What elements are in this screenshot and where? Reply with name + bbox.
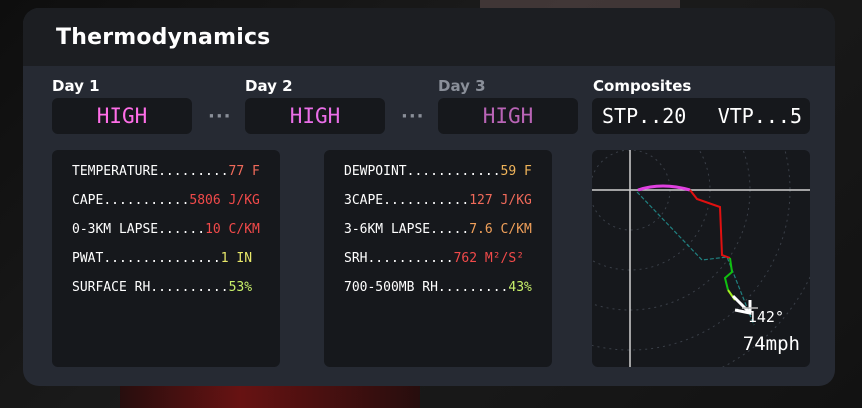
day-2-label: Day 2 — [245, 77, 293, 95]
composites-label: Composites — [593, 77, 692, 95]
param-label: CAPE — [72, 193, 104, 208]
param-dots: ......... — [437, 280, 509, 295]
hodograph-trace-upper — [723, 257, 734, 291]
right-parameters: DEWPOINT............59 F 3CAPE..........… — [324, 150, 552, 367]
param-label: SURFACE RH — [72, 280, 151, 295]
hodograph-ring — [592, 150, 711, 271]
param-value: 53% — [228, 280, 253, 295]
param-row: SRH...........762 M²/S² — [344, 249, 552, 278]
param-label: SRH — [344, 251, 368, 266]
param-value: 7.6 C/KM — [469, 222, 532, 237]
day-1-risk[interactable]: HIGH — [52, 98, 192, 134]
param-label: DEWPOINT — [344, 164, 407, 179]
param-row: 700-500MB RH.........43% — [344, 278, 552, 307]
param-row: DEWPOINT............59 F — [344, 162, 552, 191]
param-dots: .......... — [150, 280, 229, 295]
param-dots: ..... — [430, 222, 470, 237]
param-label: PWAT — [72, 251, 104, 266]
composites-box: STP..20 VTP...5 — [592, 98, 810, 134]
param-value: 77 F — [228, 164, 260, 179]
thermodynamics-panel: Thermodynamics Day 1 Day 2 Day 3 Composi… — [23, 8, 835, 386]
param-row: PWAT...............1 IN — [72, 249, 280, 278]
param-label: 700-500MB RH — [344, 280, 438, 295]
storm-motion-path — [636, 191, 755, 326]
param-value: 1 IN — [220, 251, 253, 266]
param-dots: ........... — [103, 193, 190, 208]
param-dots: ......... — [158, 164, 229, 179]
param-dots: ........... — [383, 193, 470, 208]
param-label: 3-6KM LAPSE — [344, 222, 431, 237]
day-3-risk[interactable]: HIGH — [438, 98, 578, 134]
param-label: 3CAPE — [344, 193, 384, 208]
separator-dots: ··· — [401, 106, 425, 127]
param-row: SURFACE RH..........53% — [72, 278, 280, 307]
separator-dots: ··· — [208, 106, 232, 127]
param-row: CAPE...........5806 J/KG — [72, 191, 280, 220]
param-dots: ............... — [103, 251, 221, 266]
param-label: 0-3KM LAPSE — [72, 222, 159, 237]
param-value: 762 M²/S² — [453, 251, 525, 266]
stp-value: STP..20 — [602, 104, 687, 128]
storm-direction: 142° — [747, 308, 784, 326]
param-dots: ........... — [367, 251, 454, 266]
param-value: 127 J/KG — [469, 193, 532, 208]
param-row: 0-3KM LAPSE......10 C/KM — [72, 220, 280, 249]
param-value: 43% — [508, 280, 532, 295]
param-row: 3-6KM LAPSE.....7.6 C/KM — [344, 220, 552, 249]
param-row: TEMPERATURE.........77 F — [72, 162, 280, 191]
day-1-risk-value: HIGH — [96, 104, 148, 128]
param-row: 3CAPE...........127 J/KG — [344, 191, 552, 220]
day-1-label: Day 1 — [52, 77, 100, 95]
param-value: 10 C/KM — [205, 222, 260, 237]
panel-title: Thermodynamics — [56, 24, 271, 50]
hodograph[interactable]: 142° 74mph — [592, 150, 810, 367]
day-3-label: Day 3 — [438, 77, 486, 95]
day-2-risk-value: HIGH — [289, 104, 341, 128]
left-parameters: TEMPERATURE.........77 F CAPE...........… — [52, 150, 280, 367]
param-dots: ............ — [406, 164, 501, 179]
param-label: TEMPERATURE — [72, 164, 159, 179]
vtp-value: VTP...5 — [717, 104, 802, 128]
param-dots: ...... — [158, 222, 206, 237]
panel-header: Thermodynamics — [23, 8, 835, 66]
storm-speed: 74mph — [742, 333, 800, 355]
param-value: 59 F — [500, 164, 532, 179]
day-3-risk-value: HIGH — [482, 104, 534, 128]
hodograph-trace-mid — [689, 189, 731, 259]
param-value: 5806 J/KG — [189, 193, 260, 208]
day-2-risk[interactable]: HIGH — [245, 98, 385, 134]
